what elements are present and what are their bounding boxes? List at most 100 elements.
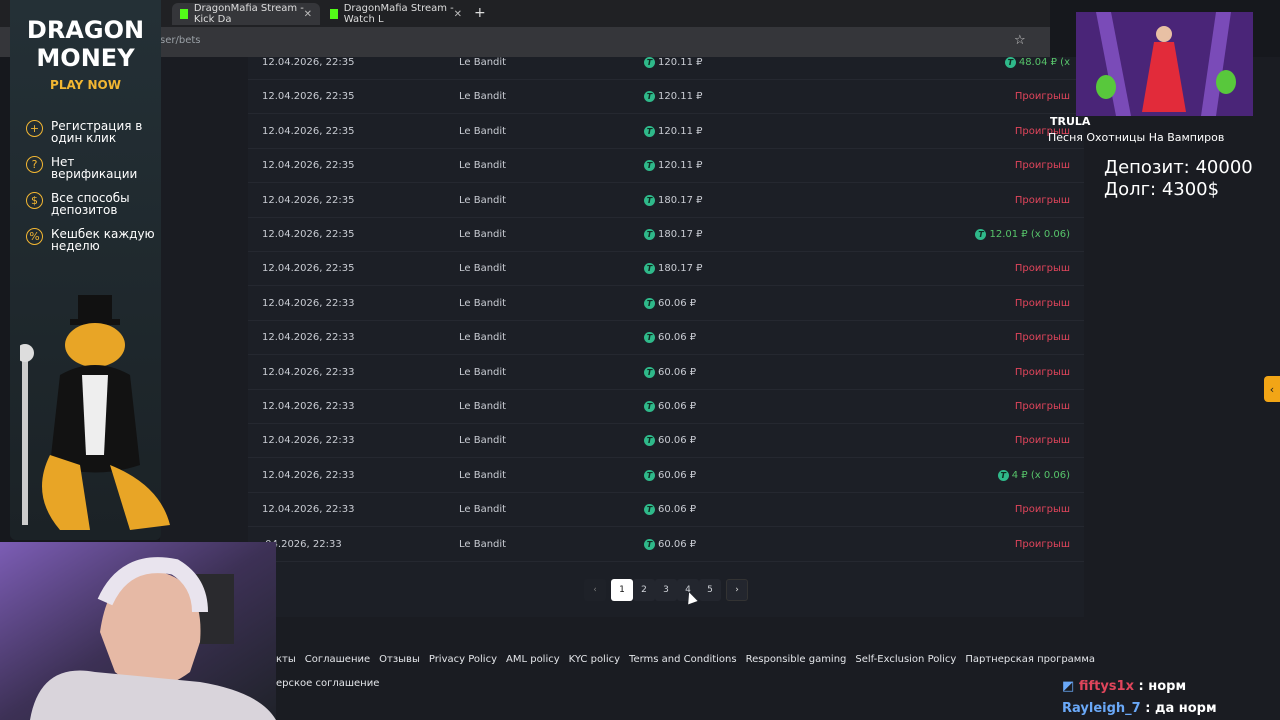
dragon-mascot-image xyxy=(20,295,170,530)
bet-game[interactable]: Le Bandit xyxy=(459,126,506,137)
bet-result: Проигрыш xyxy=(1015,298,1070,309)
bet-amount: T 180.17 ₽ xyxy=(644,229,703,240)
close-icon[interactable]: ✕ xyxy=(454,9,462,20)
ad-feature: ? Нет верификации xyxy=(26,156,156,180)
bet-game[interactable]: Le Bandit xyxy=(459,229,506,240)
browser-tab[interactable]: DragonMafia Stream - Kick Da ✕ xyxy=(172,3,320,25)
coin-icon: T xyxy=(644,125,655,137)
footer-link[interactable]: Self-Exclusion Policy xyxy=(855,654,956,665)
table-row: 12.04.2026, 22:35 Le Bandit T 120.11 ₽ Проиг… xyxy=(248,80,1084,115)
table-row: 12.04.2026, 22:35 Le Bandit T 180.17 ₽ Проиг… xyxy=(248,252,1084,287)
table-row: 12.04.2026, 22:35 Le Bandit T 120.11 ₽ Проиг… xyxy=(248,115,1084,149)
new-tab-button[interactable]: + xyxy=(474,5,486,21)
close-icon[interactable]: ✕ xyxy=(304,9,312,20)
bet-result-value: Проигрыш xyxy=(1014,401,1070,412)
ad-feature: % Кешбек каждую неделю xyxy=(26,228,156,252)
tab-title: DragonMafia Stream - Watch L xyxy=(343,3,454,25)
bet-game[interactable]: Le Bandit xyxy=(459,435,506,446)
footer-link[interactable]: AML policy xyxy=(506,654,560,665)
coin-icon: T xyxy=(644,263,655,275)
bet-result-value: Проигрыш xyxy=(1014,263,1070,275)
bet-game[interactable]: Le Bandit xyxy=(459,91,506,102)
bet-result: Проигрыш xyxy=(1015,263,1070,274)
bet-game[interactable]: Le Bandit xyxy=(459,195,506,206)
table-row: 12.04.2026, 22:35 Le Bandit T 120.11 ₽ T 48.0… xyxy=(248,46,1084,80)
footer-link[interactable]: Privacy Policy xyxy=(429,654,497,665)
page-button[interactable]: 5 xyxy=(699,579,721,601)
bet-game[interactable]: Le Bandit xyxy=(459,332,506,343)
bet-result: Проигрыш xyxy=(1015,539,1070,550)
bet-amount: T 120.11 ₽ xyxy=(644,125,703,137)
bet-result-value: Проигрыш xyxy=(1014,435,1070,447)
table-row: 12.04.2026, 22:35 Le Bandit T 180.17 ₽ Проиг… xyxy=(248,184,1084,218)
page-button[interactable]: 2 xyxy=(633,579,655,601)
ad-play-now[interactable]: PLAY NOW xyxy=(10,78,161,92)
bet-game[interactable]: Le Bandit xyxy=(459,367,506,378)
table-row: 12.04.2026, 22:35 Le Bandit T 180.17 ₽ T 12.0… xyxy=(248,218,1084,252)
chat-text: норм xyxy=(1148,679,1187,694)
page-button[interactable]: 1 xyxy=(611,579,633,601)
bet-amount: T 180.17 ₽ xyxy=(644,263,703,275)
footer-link[interactable]: KYC policy xyxy=(569,654,620,665)
footer-link[interactable]: ерское соглашение xyxy=(276,678,379,689)
bet-result: T 12.01 ₽ (x 0.06) xyxy=(975,229,1070,240)
coin-icon: T xyxy=(644,332,655,344)
ad-feature-text: Регистрация в один клик xyxy=(51,119,143,145)
footer-link[interactable]: Отзывы xyxy=(379,654,420,665)
coin-icon: T xyxy=(644,469,655,481)
chat-username[interactable]: Rayleigh_7 xyxy=(1062,701,1141,716)
bet-amount: T 120.11 ₽ xyxy=(644,91,703,103)
bet-amount-value: 60.06 ₽ xyxy=(658,366,697,378)
page-button[interactable]: 3 xyxy=(655,579,677,601)
bet-result-value: Проигрыш xyxy=(1014,504,1070,516)
chat-username[interactable]: fiftys1x xyxy=(1079,679,1134,694)
bet-amount: T 60.06 ₽ xyxy=(644,538,696,550)
footer-link[interactable]: Terms and Conditions xyxy=(629,654,737,665)
bet-amount: T 60.06 ₽ xyxy=(644,401,696,412)
footer-link[interactable]: Соглашение xyxy=(305,654,370,665)
table-row: 12.04.2026, 22:33 Le Bandit T 60.06 ₽ Проигр… xyxy=(248,424,1084,459)
bet-result: T4 ₽ (x 0.06) xyxy=(997,469,1070,481)
bet-amount-value: 180.17 ₽ xyxy=(658,194,703,206)
bet-game[interactable]: Le Bandit xyxy=(459,539,506,550)
prev-page-button[interactable]: ‹ xyxy=(584,579,606,601)
bet-result: Проигрыш xyxy=(1015,332,1070,343)
chat-separator: : xyxy=(1140,701,1155,716)
bet-result: Проигрыш xyxy=(1015,367,1070,378)
bet-date: 12.04.2026, 22:33 xyxy=(262,332,355,344)
bet-amount-value: 120.11 ₽ xyxy=(658,160,703,172)
url-text[interactable]: ser/bets xyxy=(160,35,200,46)
bet-game[interactable]: Le Bandit xyxy=(459,298,506,309)
footer-link[interactable]: Responsible gaming xyxy=(746,654,847,665)
bet-result-value: Проигрыш xyxy=(1014,538,1070,550)
casino-ad-banner[interactable]: DRAGON MONEY PLAY NOW + Регистрация в од… xyxy=(10,0,170,540)
bet-result-value: Проигрыш xyxy=(1014,160,1070,172)
bet-date: 12.04.2026, 22:35 xyxy=(262,263,355,275)
bet-game[interactable]: Le Bandit xyxy=(459,57,506,68)
screen: DragonMafia Stream - Kick Da ✕ DragonMaf… xyxy=(0,0,1280,720)
bet-game[interactable]: Le Bandit xyxy=(459,470,506,481)
bet-amount-value: 180.17 ₽ xyxy=(658,229,703,240)
table-row: 12.04.2026, 22:33 Le Bandit T 60.06 ₽ Проигр… xyxy=(248,390,1084,424)
bet-game[interactable]: Le Bandit xyxy=(459,160,506,171)
coin-icon: T xyxy=(644,366,655,378)
now-playing-artist: TRULA xyxy=(1050,115,1091,128)
bet-result-value: Проигрыш xyxy=(1014,332,1070,344)
bet-game[interactable]: Le Bandit xyxy=(459,263,506,274)
bet-amount: T 60.06 ₽ xyxy=(644,435,696,447)
next-page-button[interactable]: › xyxy=(726,579,748,601)
bet-amount: T 60.06 ₽ xyxy=(644,504,696,516)
bet-date: 12.04.2026, 22:35 xyxy=(262,57,355,68)
browser-tab[interactable]: DragonMafia Stream - Watch L ✕ xyxy=(322,3,470,25)
bet-date: 12.04.2026, 22:33 xyxy=(262,469,355,481)
bet-game[interactable]: Le Bandit xyxy=(459,504,506,515)
bet-amount: T 60.06 ₽ xyxy=(644,332,696,344)
ad-title-line: DRAGON xyxy=(26,16,145,44)
coin-icon: T xyxy=(644,160,655,172)
bet-amount-value: 120.11 ₽ xyxy=(658,57,703,68)
footer-link[interactable]: кты xyxy=(276,654,296,665)
bet-game[interactable]: Le Bandit xyxy=(459,401,506,412)
side-panel-toggle[interactable]: ‹ xyxy=(1264,376,1280,402)
footer-link[interactable]: Партнерская программа xyxy=(965,654,1095,665)
bet-result: Проигрыш xyxy=(1015,435,1070,446)
